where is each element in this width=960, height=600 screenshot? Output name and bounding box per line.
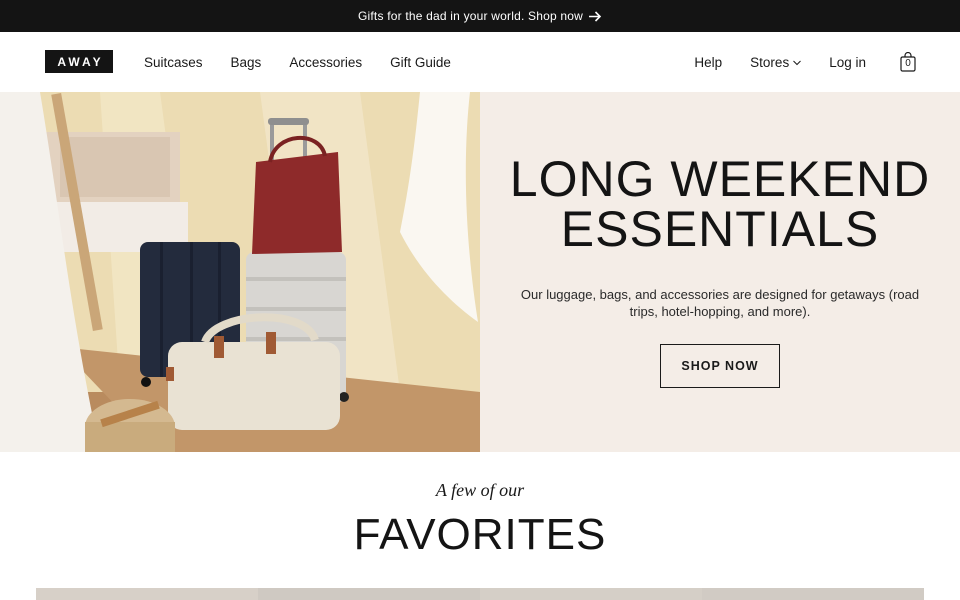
primary-nav-links: Suitcases Bags Accessories Gift Guide [144, 32, 451, 92]
product-tile[interactable] [36, 588, 258, 600]
hero-headline-line-2: ESSENTIALS [560, 201, 880, 257]
hero-headline: LONG WEEKEND ESSENTIALS [480, 154, 960, 254]
promo-link[interactable]: Gifts for the dad in your world. Shop no… [358, 9, 602, 23]
hero-banner: LONG WEEKEND ESSENTIALS Our luggage, bag… [0, 92, 960, 452]
promo-text: Gifts for the dad in your world. Shop no… [358, 9, 583, 23]
promo-bar: Gifts for the dad in your world. Shop no… [0, 0, 960, 32]
nav-bags[interactable]: Bags [231, 55, 262, 70]
product-tile[interactable] [258, 588, 480, 600]
favorites-title: FAVORITES [353, 510, 607, 559]
cart-count: 0 [905, 58, 911, 69]
secondary-nav-links: Help Stores Log in 0 [694, 32, 916, 92]
nav-login[interactable]: Log in [829, 55, 866, 70]
nav-suitcases[interactable]: Suitcases [144, 55, 203, 70]
arrow-right-icon [588, 10, 602, 22]
nav-accessories[interactable]: Accessories [289, 55, 362, 70]
favorites-product-row [36, 588, 924, 600]
chevron-down-icon [793, 60, 802, 65]
product-tile[interactable] [702, 588, 924, 600]
nav-help[interactable]: Help [694, 55, 722, 70]
hero-image[interactable] [0, 92, 480, 452]
favorites-pretitle: A few of our [435, 480, 525, 500]
away-logo[interactable]: AWAY [45, 50, 113, 73]
shop-now-button[interactable]: SHOP NOW [660, 344, 780, 388]
product-tile[interactable] [480, 588, 702, 600]
main-nav: AWAY Suitcases Bags Accessories Gift Gui… [0, 32, 960, 92]
nav-gift-guide[interactable]: Gift Guide [390, 55, 451, 70]
hero-headline-line-1: LONG WEEKEND [509, 151, 931, 207]
luggage-scene-illustration [0, 92, 480, 452]
hero-text-panel: LONG WEEKEND ESSENTIALS Our luggage, bag… [480, 92, 960, 452]
hero-subtext: Our luggage, bags, and accessories are d… [520, 287, 920, 319]
cart-button[interactable]: 0 [900, 52, 916, 72]
nav-stores-label: Stores [750, 54, 790, 70]
nav-stores[interactable]: Stores [750, 54, 802, 70]
